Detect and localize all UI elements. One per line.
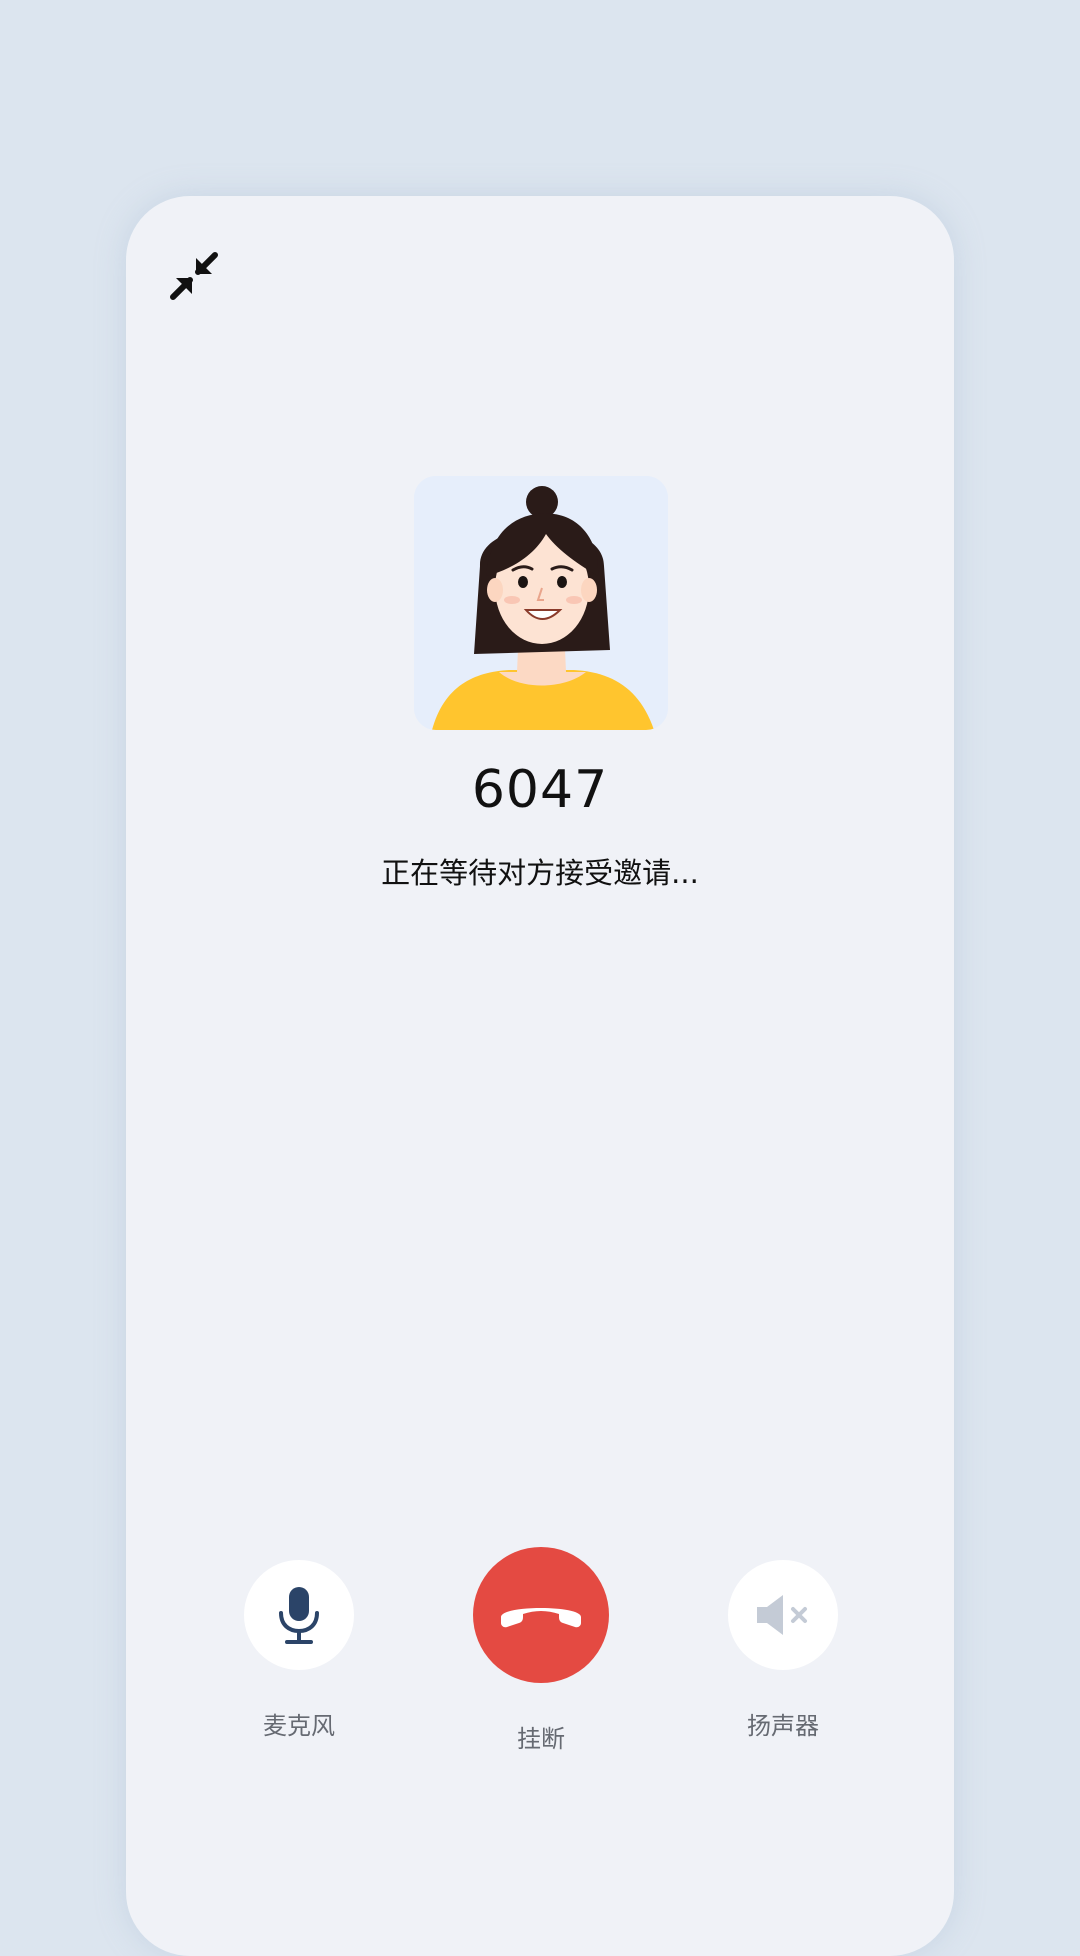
woman-avatar-illustration (414, 476, 668, 730)
phone-hangup-icon (501, 1608, 581, 1628)
microphone-icon (279, 1587, 319, 1644)
speaker-button[interactable] (728, 1560, 838, 1670)
speaker-muted-icon (757, 1595, 807, 1635)
microphone-control: 麦克风 (244, 1560, 354, 1741)
microphone-label: 麦克风 (263, 1712, 335, 1740)
hangup-button[interactable] (473, 1547, 609, 1683)
minimize-arrows-icon (170, 252, 218, 300)
hangup-label: 挂断 (517, 1725, 565, 1753)
speaker-label: 扬声器 (747, 1712, 819, 1740)
caller-name: 6047 (471, 760, 609, 820)
call-card: 6047 正在等待对方接受邀请... 麦克风 挂断 扬声器 (126, 196, 954, 1956)
microphone-button[interactable] (244, 1560, 354, 1670)
call-status-text: 正在等待对方接受邀请... (381, 856, 699, 890)
caller-avatar (414, 476, 668, 730)
speaker-control: 扬声器 (728, 1560, 838, 1741)
minimize-button[interactable] (166, 248, 222, 304)
hangup-control: 挂断 (473, 1547, 609, 1754)
